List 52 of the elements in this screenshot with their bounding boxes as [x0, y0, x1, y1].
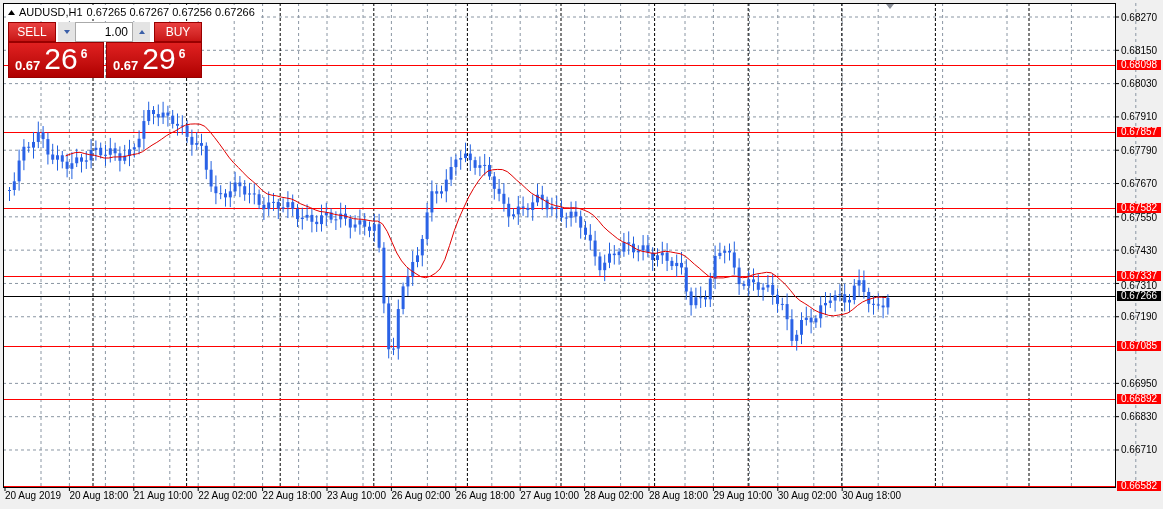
price-tick-label: 0.67190	[1121, 312, 1158, 322]
price-level-label: 0.67857	[1117, 127, 1161, 137]
time-tick-label: 22 Aug 02:00	[198, 490, 258, 502]
time-tick-label: 22 Aug 18:00	[262, 490, 322, 502]
price-fraction: 6	[178, 46, 186, 63]
price-pips: 29	[142, 44, 176, 74]
time-tick-label: 26 Aug 18:00	[455, 490, 515, 502]
symbol-label: AUDUSD,H1	[19, 5, 83, 19]
chart-shift-icon[interactable]	[886, 4, 894, 9]
time-tick-label: 30 Aug 18:00	[842, 490, 902, 502]
price-tick-label: 0.67550	[1121, 213, 1158, 223]
price-tick-label: 0.66950	[1121, 378, 1158, 388]
price-level-label: 0.67085	[1117, 341, 1161, 351]
sell-button[interactable]: SELL	[8, 22, 56, 42]
price-level-label: 0.67582	[1117, 203, 1161, 213]
time-tick-label: 30 Aug 02:00	[777, 490, 837, 502]
price-tick-label: 0.66830	[1121, 412, 1158, 422]
time-tick-label: 23 Aug 10:00	[327, 490, 386, 502]
price-level-label: 0.68098	[1117, 60, 1161, 70]
price-tick-label: 0.68150	[1121, 45, 1158, 55]
collapse-icon[interactable]	[8, 9, 15, 15]
price-level-label: 0.66892	[1117, 394, 1161, 404]
increase-lot-button[interactable]	[133, 22, 150, 42]
time-tick-label: 27 Aug 10:00	[520, 490, 580, 502]
price-prefix: 0.67	[113, 59, 139, 73]
price-tick-label: 0.67430	[1121, 245, 1158, 255]
price-tick-label: 0.67790	[1121, 145, 1158, 155]
price-pips: 26	[44, 44, 78, 74]
price-level-label: 0.67266	[1117, 291, 1161, 301]
price-tick-label: 0.67910	[1121, 112, 1158, 122]
price-level-label: 0.66582	[1117, 481, 1161, 491]
lot-size-field[interactable]: 1.00	[75, 22, 133, 42]
price-tick-label: 0.68030	[1121, 79, 1158, 89]
price-tick-label: 0.67670	[1121, 179, 1158, 189]
time-tick-label: 20 Aug 2019	[5, 490, 62, 502]
time-tick-label: 28 Aug 02:00	[584, 490, 644, 502]
down-arrow-icon	[63, 30, 70, 34]
time-tick-label: 29 Aug 10:00	[713, 490, 773, 502]
time-tick-label: 21 Aug 10:00	[133, 490, 193, 502]
price-tick-label: 0.66710	[1121, 445, 1158, 455]
up-arrow-icon	[138, 30, 145, 34]
time-tick-label: 26 Aug 02:00	[391, 490, 451, 502]
buy-button[interactable]: BUY	[154, 22, 202, 42]
decrease-lot-button[interactable]	[58, 22, 75, 42]
price-fraction: 6	[80, 46, 88, 63]
price-prefix: 0.67	[15, 59, 41, 73]
price-tick-label: 0.67310	[1121, 281, 1158, 291]
price-tick-label: 0.68270	[1121, 12, 1158, 22]
price-level-label: 0.67337	[1117, 271, 1161, 281]
time-tick-label: 20 Aug 18:00	[69, 490, 129, 502]
time-tick-label: 28 Aug 18:00	[649, 490, 708, 502]
ohlc-values: 0.67265 0.67267 0.67256 0.67266	[86, 5, 255, 19]
